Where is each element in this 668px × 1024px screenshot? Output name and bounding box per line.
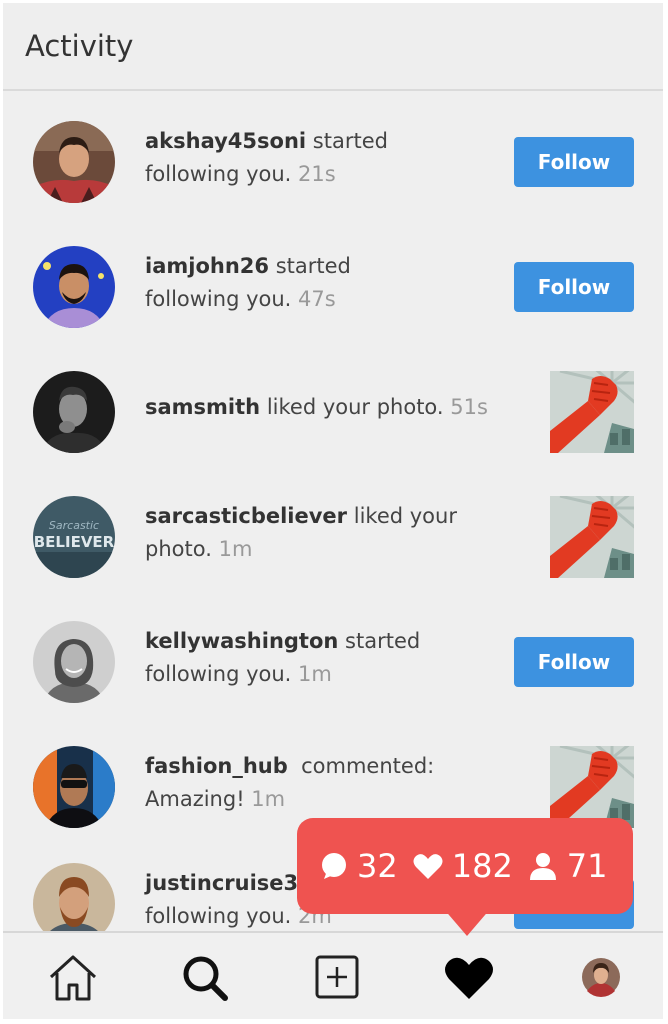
activity-text: samsmith liked your photo. 51s <box>145 391 525 424</box>
activity-action: started <box>312 129 388 153</box>
activity-tail: following you. <box>145 904 292 928</box>
add-post-icon[interactable] <box>309 951 365 1005</box>
activity-action: started <box>345 629 421 653</box>
timestamp: 47s <box>298 287 336 311</box>
avatar-text-top: Sarcastic <box>49 519 99 532</box>
avatar[interactable] <box>33 371 115 453</box>
timestamp: 51s <box>450 395 488 419</box>
post-thumbnail[interactable] <box>550 746 634 828</box>
timestamp: 21s <box>298 162 336 186</box>
comment-count: 32 <box>357 847 398 885</box>
post-thumbnail[interactable] <box>550 496 634 578</box>
username-link[interactable]: kellywashington <box>145 629 338 653</box>
username-link[interactable]: akshay45soni <box>145 129 306 153</box>
activity-tail: following you. <box>145 662 292 686</box>
heart-icon[interactable] <box>441 951 497 1005</box>
header: Activity <box>3 3 663 91</box>
list-item[interactable]: Sarcastic BELIEVER sarcasticbeliever lik… <box>3 488 663 613</box>
avatar[interactable] <box>33 246 115 328</box>
like-icon <box>412 851 444 881</box>
username-link[interactable]: fashion_hub <box>145 754 288 778</box>
list-item[interactable]: kellywashington started following you. 1… <box>3 613 663 738</box>
username-link[interactable]: justincruise37 <box>145 871 313 895</box>
profile-avatar[interactable] <box>575 951 631 1005</box>
list-item[interactable]: iamjohn26 started following you. 47s Fol… <box>3 238 663 363</box>
activity-text: kellywashington started following you. 1… <box>145 625 485 691</box>
avatar[interactable] <box>33 621 115 703</box>
activity-action: liked your photo. <box>266 395 444 419</box>
notification-popup[interactable]: 32 182 71 <box>297 818 633 914</box>
timestamp: 1m <box>251 787 286 811</box>
avatar[interactable] <box>33 121 115 203</box>
search-icon[interactable] <box>177 951 233 1005</box>
username-link[interactable]: iamjohn26 <box>145 254 269 278</box>
activity-action: liked your <box>353 504 457 528</box>
notification-stats: 32 182 71 <box>319 846 622 886</box>
activity-feed[interactable]: akshay45soni started following you. 21s … <box>3 91 663 931</box>
activity-text: iamjohn26 started following you. 47s <box>145 250 485 316</box>
timestamp: 1m <box>298 662 332 686</box>
timestamp: 1m <box>218 537 253 561</box>
avatar[interactable] <box>33 863 115 931</box>
popup-pointer <box>443 908 491 936</box>
follower-count: 71 <box>566 847 608 885</box>
follow-button[interactable]: Follow <box>514 137 634 187</box>
activity-text: fashion_hub commented: Amazing! 1m <box>145 750 465 816</box>
activity-action: started <box>275 254 351 278</box>
activity-tail: Amazing! <box>145 787 245 811</box>
avatar[interactable] <box>33 746 115 828</box>
username-link[interactable]: sarcasticbeliever <box>145 504 347 528</box>
list-item[interactable]: samsmith liked your photo. 51s <box>3 363 663 488</box>
activity-text: sarcasticbeliever liked your photo. 1m <box>145 500 485 566</box>
follow-button[interactable]: Follow <box>514 262 634 312</box>
comment-icon <box>319 851 349 881</box>
activity-action: commented: <box>301 754 435 778</box>
avatar[interactable]: Sarcastic BELIEVER <box>33 496 115 578</box>
post-thumbnail[interactable] <box>550 371 634 453</box>
activity-tail: following you. <box>145 287 292 311</box>
activity-tail: photo. <box>145 537 212 561</box>
activity-text: akshay45soni started following you. 21s <box>145 125 485 191</box>
like-count: 182 <box>451 847 513 885</box>
follower-icon <box>527 851 559 881</box>
avatar-text-bottom: BELIEVER <box>34 533 115 551</box>
list-item[interactable]: akshay45soni started following you. 21s … <box>3 113 663 238</box>
home-icon[interactable] <box>45 951 101 1005</box>
activity-tail: following you. <box>145 162 292 186</box>
follow-button[interactable]: Follow <box>514 637 634 687</box>
page-title: Activity <box>25 29 134 63</box>
username-link[interactable]: samsmith <box>145 395 260 419</box>
bottom-navbar <box>3 931 663 1019</box>
